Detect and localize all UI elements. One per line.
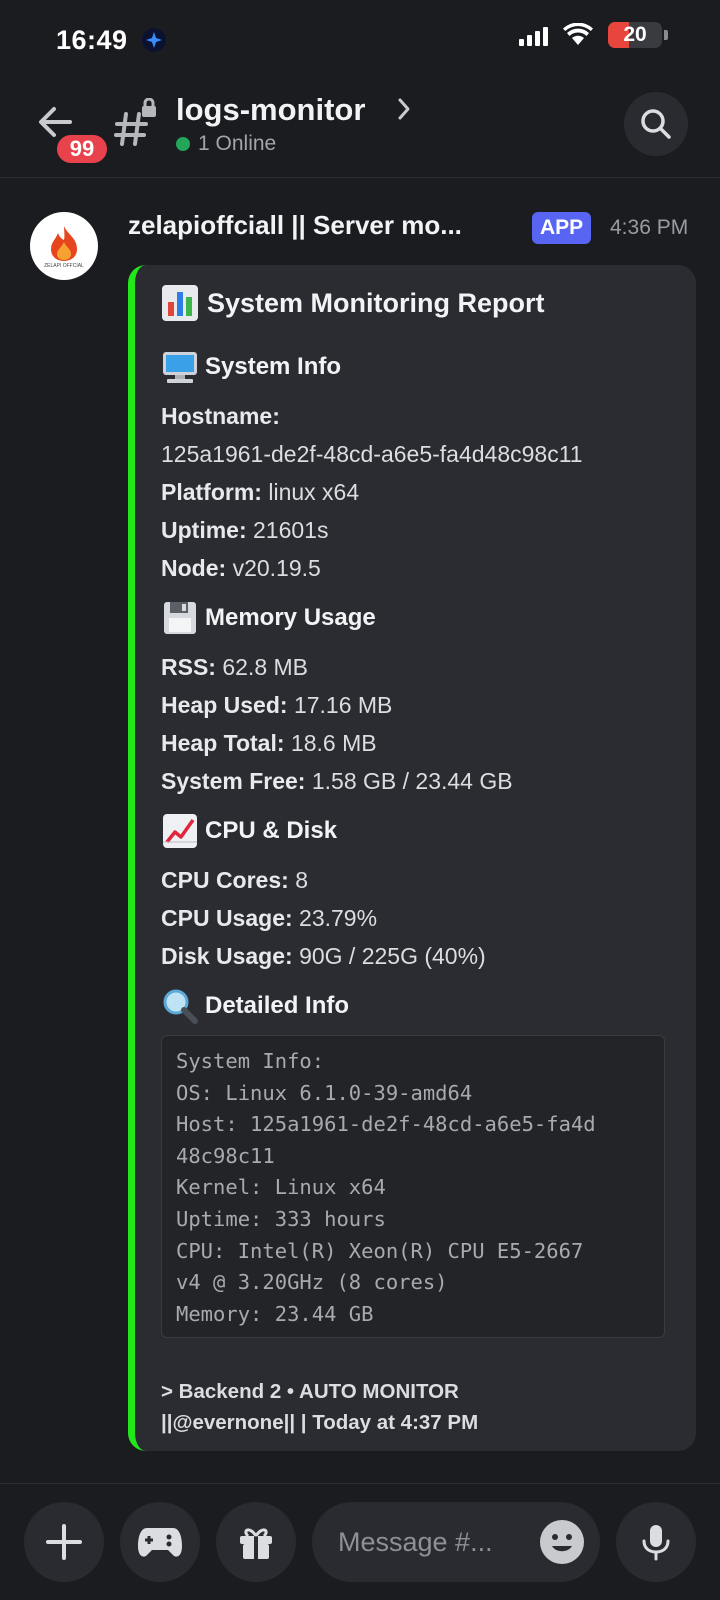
- assistant-star-icon: [141, 28, 166, 52]
- online-count: 1 Online: [198, 132, 277, 155]
- field-uptime: Uptime: 21601s: [161, 517, 329, 543]
- cpu-disk-fields: CPU Cores: 8 CPU Usage: 23.79% Disk Usag…: [161, 861, 668, 975]
- microphone-icon: [642, 1525, 670, 1561]
- bar-chart-icon: [162, 285, 198, 321]
- field-rss: RSS: 62.8 MB: [161, 654, 308, 680]
- code-line: v4 @ 3.20GHz (8 cores): [176, 1270, 448, 1295]
- gift-icon: [240, 1528, 272, 1559]
- field-disk-usage: Disk Usage: 90G / 225G (40%): [161, 943, 486, 969]
- magnifying-glass-icon: [163, 989, 198, 1024]
- message-author[interactable]: zelapioffciall || Server mo...: [128, 210, 462, 241]
- field-heap-total: Heap Total: 18.6 MB: [161, 730, 377, 756]
- avatar-caption: ZELAPI OFFCIAL: [44, 262, 84, 269]
- channel-header: 99 logs-monitor 1 Online: [0, 80, 720, 178]
- emoji-button[interactable]: [540, 1520, 584, 1564]
- unread-badge: 99: [54, 132, 110, 166]
- message-input[interactable]: Message #...: [312, 1502, 600, 1582]
- section-system-info: System Info: [161, 348, 668, 386]
- field-node: Node: v20.19.5: [161, 555, 321, 581]
- search-icon: [641, 109, 671, 139]
- section-memory: Memory Usage: [161, 599, 668, 637]
- message-input-placeholder: Message #...: [338, 1526, 493, 1557]
- online-dot-icon: [176, 137, 190, 151]
- code-line: Host: 125a1961-de2f-48cd-a6e5-fa4d: [176, 1112, 596, 1137]
- footer-line-2: ||@evernone|| | Today at 4:37 PM: [161, 1411, 479, 1434]
- wifi-icon: [563, 23, 593, 45]
- field-heap-used: Heap Used: 17.16 MB: [161, 692, 393, 718]
- embed-title-text: System Monitoring Report: [207, 287, 545, 318]
- message-time: 4:36 PM: [610, 216, 689, 239]
- embed-card: System Monitoring Report System Info Hos…: [128, 265, 696, 1451]
- field-cpu-cores: CPU Cores: 8: [161, 867, 308, 893]
- computer-icon: [163, 352, 197, 383]
- embed-footer: > Backend 2 • AUTO MONITOR ||@evernone||…: [161, 1376, 668, 1438]
- plus-icon: [46, 1524, 82, 1560]
- app-tag: APP: [532, 212, 592, 244]
- flame-logo-icon: [51, 225, 77, 261]
- detailed-info-codeblock: System Info: OS: Linux 6.1.0-39-amd64 Host…: [161, 1035, 665, 1338]
- code-line: CPU: Intel(R) Xeon(R) CPU E5-2667: [176, 1238, 584, 1263]
- section-cpu-disk: CPU & Disk: [161, 812, 668, 850]
- composer-bar: Message #...: [0, 1483, 720, 1600]
- add-attachment-button[interactable]: [24, 1502, 104, 1582]
- system-info-fields: Hostname: 125a1961-de2f-48cd-a6e5-fa4d48…: [161, 397, 668, 587]
- floppy-disk-icon: [164, 602, 196, 634]
- avatar[interactable]: ZELAPI OFFCIAL: [30, 212, 98, 280]
- battery-icon: 20: [608, 22, 662, 48]
- code-line: Memory: 23.44 GB: [176, 1301, 374, 1326]
- memory-fields: RSS: 62.8 MB Heap Used: 17.16 MB Heap To…: [161, 648, 668, 800]
- activities-button[interactable]: [120, 1502, 200, 1582]
- locked-channel-hash-icon: [114, 98, 156, 146]
- code-line: System Info:: [176, 1049, 325, 1073]
- field-platform: Platform: linux x64: [161, 479, 360, 505]
- code-line: Kernel: Linux x64: [176, 1175, 386, 1200]
- section-detailed-info: Detailed Info: [161, 987, 668, 1025]
- status-bar: 16:49 20: [0, 0, 720, 80]
- code-line: OS: Linux 6.1.0-39-amd64: [176, 1080, 473, 1105]
- channel-name[interactable]: logs-monitor: [176, 92, 365, 128]
- voice-message-button[interactable]: [616, 1502, 696, 1582]
- gamepad-icon: [138, 1528, 182, 1557]
- search-button[interactable]: [624, 92, 688, 156]
- online-status: 1 Online: [176, 132, 276, 156]
- emoji-icon: [552, 1534, 572, 1552]
- footer-line-1: > Backend 2 • AUTO MONITOR: [161, 1380, 459, 1403]
- field-cpu-usage: CPU Usage: 23.79%: [161, 905, 378, 931]
- code-line: 48c98c11: [176, 1143, 275, 1168]
- field-hostname: Hostname:: [161, 403, 280, 429]
- signal-icon: [519, 24, 548, 46]
- battery-level: 20: [623, 23, 647, 46]
- field-hostname-value: 125a1961-de2f-48cd-a6e5-fa4d48c98c11: [161, 441, 583, 467]
- code-line: Uptime: 333 hours: [176, 1206, 386, 1231]
- chart-increasing-icon: [163, 814, 197, 848]
- status-time: 16:49: [56, 24, 128, 55]
- field-system-free: System Free: 1.58 GB / 23.44 GB: [161, 768, 513, 794]
- gift-button[interactable]: [216, 1502, 296, 1582]
- embed-title: System Monitoring Report: [161, 283, 668, 323]
- chevron-right-icon[interactable]: [394, 92, 416, 126]
